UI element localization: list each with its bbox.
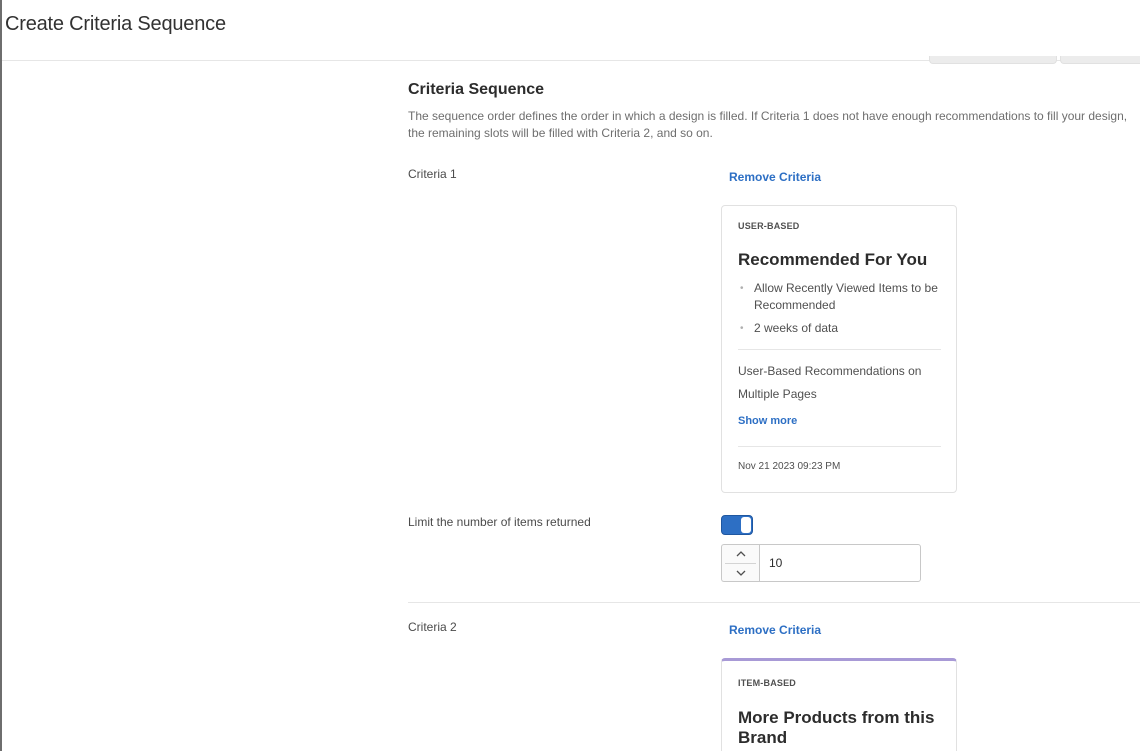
card-name: More Products from this Brand — [738, 708, 935, 747]
criteria-1-label: Criteria 1 — [408, 167, 457, 181]
limit-items-label: Limit the number of items returned — [408, 515, 591, 529]
criteria-2-label: Criteria 2 — [408, 620, 457, 634]
header-tab-stub[interactable] — [929, 56, 1057, 64]
card-date: Nov 21 2023 09:23 PM — [738, 461, 841, 472]
card-summary: User-Based Recommendations on Multiple P… — [738, 364, 922, 401]
card-options-list: Allow Recently Viewed Items to be Recomm… — [738, 280, 938, 343]
card-type-badge: ITEM-BASED — [738, 678, 796, 688]
card-option-item: Allow Recently Viewed Items to be Recomm… — [738, 280, 938, 314]
criteria-2-card[interactable]: ITEM-BASED More Products from this Brand — [721, 658, 957, 751]
criteria-1-card[interactable]: USER-BASED Recommended For You Allow Rec… — [721, 205, 957, 493]
section-title: Criteria Sequence — [408, 81, 545, 98]
window-left-edge — [0, 0, 2, 751]
page-header: Create Criteria Sequence — [2, 0, 1140, 61]
header-tab-stub[interactable] — [1060, 56, 1140, 64]
stepper-decrement-button[interactable] — [722, 564, 759, 582]
limit-items-input[interactable] — [759, 544, 921, 582]
remove-criteria-1-button[interactable]: Remove Criteria — [729, 170, 821, 184]
stepper-increment-button[interactable] — [722, 545, 759, 563]
card-type-badge: USER-BASED — [738, 221, 800, 231]
card-divider — [738, 349, 941, 350]
card-divider — [738, 446, 941, 447]
remove-criteria-2-button[interactable]: Remove Criteria — [729, 623, 821, 637]
criteria-divider — [408, 602, 1140, 603]
limit-items-toggle[interactable] — [721, 515, 753, 535]
show-more-link[interactable]: Show more — [738, 415, 797, 427]
page-title: Create Criteria Sequence — [5, 13, 226, 35]
card-name: Recommended For You — [738, 250, 928, 269]
card-option-item: 2 weeks of data — [738, 320, 938, 337]
quantity-stepper — [721, 544, 759, 582]
toggle-knob — [741, 517, 751, 533]
chevron-down-icon — [736, 570, 745, 576]
chevron-up-icon — [736, 551, 745, 557]
section-description: The sequence order defines the order in … — [408, 109, 1128, 140]
